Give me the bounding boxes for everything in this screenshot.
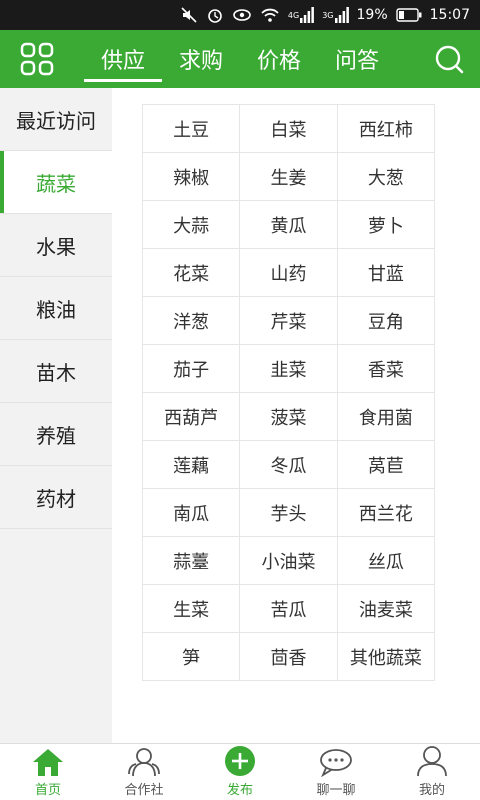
bottom-tab-label: 我的 [418, 783, 445, 798]
nav-tabs: 供应 求购 价格 问答 [84, 30, 396, 88]
bottom-tab-label: 合作社 [124, 783, 164, 798]
vegetable-item[interactable]: 花菜 [143, 249, 241, 297]
battery-icon [395, 8, 422, 22]
sidebar-item-seedlings[interactable]: 苗木 [0, 340, 112, 403]
bottom-tab-label: 发布 [226, 783, 253, 798]
vegetable-item[interactable]: 其他蔬菜 [337, 633, 435, 681]
vegetable-item[interactable]: 南瓜 [143, 489, 241, 537]
vegetable-item[interactable]: 生姜 [240, 153, 338, 201]
status-bar: 4G 3G 19% 15:07 [0, 0, 480, 30]
battery-percent: 19% [356, 7, 388, 23]
category-grid-button[interactable] [20, 42, 54, 76]
eye-icon [232, 6, 252, 24]
vegetable-item[interactable]: 大蒜 [143, 201, 241, 249]
vegetable-item[interactable]: 食用菌 [337, 393, 435, 441]
vegetable-item[interactable]: 大葱 [337, 153, 435, 201]
tab-price[interactable]: 价格 [240, 30, 318, 88]
vegetable-grid: 土豆 白菜 西红柿辣椒 生姜 大葱大蒜 黄瓜 萝卜花菜 山药 甘蓝洋葱 芹菜 豆角茄子 韭菜 香菜西葫芦… [142, 104, 435, 681]
vegetable-item[interactable]: 蒜薹 [143, 537, 241, 585]
search-button[interactable] [434, 44, 464, 74]
vegetable-item[interactable]: 西葫芦 [143, 393, 241, 441]
bottom-tab-profile[interactable]: 我的 [384, 744, 480, 800]
vegetable-item[interactable]: 豆角 [337, 297, 435, 345]
bottom-tab-chat[interactable]: 聊一聊 [288, 744, 384, 800]
vegetable-item[interactable]: 香菜 [337, 345, 435, 393]
search-icon [434, 45, 464, 78]
vegetable-item[interactable]: 辣椒 [143, 153, 241, 201]
vegetable-item[interactable]: 冬瓜 [240, 441, 338, 489]
vegetable-item[interactable]: 韭菜 [240, 345, 338, 393]
vegetable-item[interactable]: 西红柿 [337, 105, 435, 153]
category-sidebar: 最近访问 蔬菜 水果 粮油 苗木 养殖 药材 [0, 88, 112, 743]
bottom-tab-home[interactable]: 首页 [0, 744, 96, 800]
bottom-tab-label: 首页 [34, 783, 61, 798]
cooperative-icon [125, 747, 163, 779]
sidebar-item-fruits[interactable]: 水果 [0, 214, 112, 277]
chat-icon [317, 747, 355, 779]
vegetable-item[interactable]: 莲藕 [143, 441, 241, 489]
tab-qa[interactable]: 问答 [318, 30, 396, 88]
bottom-tab-bar: 首页 合作社 发布 聊一聊 我的 [0, 743, 480, 800]
vegetable-item[interactable]: 西兰花 [337, 489, 435, 537]
sidebar-item-herbs[interactable]: 药材 [0, 466, 112, 529]
profile-icon [415, 745, 449, 779]
vegetable-item[interactable]: 笋 [143, 633, 241, 681]
signal-4g-icon: 4G [288, 7, 315, 23]
sidebar-item-vegetables[interactable]: 蔬菜 [0, 151, 112, 214]
vegetable-item[interactable]: 小油菜 [240, 537, 338, 585]
tab-supply[interactable]: 供应 [84, 30, 162, 88]
vegetable-item[interactable]: 茄子 [143, 345, 241, 393]
mute-icon [180, 6, 198, 24]
vegetable-item[interactable]: 萝卜 [337, 201, 435, 249]
vegetable-item[interactable]: 黄瓜 [240, 201, 338, 249]
bottom-tab-label: 聊一聊 [316, 783, 356, 798]
vegetable-item[interactable]: 芹菜 [240, 297, 338, 345]
bottom-tab-cooperative[interactable]: 合作社 [96, 744, 192, 800]
sidebar-item-breeding[interactable]: 养殖 [0, 403, 112, 466]
vegetable-item[interactable]: 菠菜 [240, 393, 338, 441]
vegetable-item[interactable]: 茴香 [240, 633, 338, 681]
grid-icon [20, 42, 54, 80]
bottom-tab-publish[interactable]: 发布 [192, 744, 288, 800]
vegetable-item[interactable]: 洋葱 [143, 297, 241, 345]
home-icon [31, 747, 65, 779]
top-navigation: 供应 求购 价格 问答 [0, 30, 480, 88]
publish-plus-icon [224, 745, 256, 779]
vegetable-item[interactable]: 油麦菜 [337, 585, 435, 633]
sidebar-item-grain-oil[interactable]: 粮油 [0, 277, 112, 340]
vegetable-item[interactable]: 土豆 [143, 105, 241, 153]
vegetable-item[interactable]: 丝瓜 [337, 537, 435, 585]
sidebar-item-recent[interactable]: 最近访问 [0, 88, 112, 151]
vegetable-item[interactable]: 芋头 [240, 489, 338, 537]
main-content: 土豆 白菜 西红柿辣椒 生姜 大葱大蒜 黄瓜 萝卜花菜 山药 甘蓝洋葱 芹菜 豆角茄子 韭菜 香菜西葫芦… [112, 88, 480, 743]
alarm-icon [206, 6, 224, 24]
clock-time: 15:07 [429, 7, 470, 23]
vegetable-item[interactable]: 莴苣 [337, 441, 435, 489]
vegetable-item[interactable]: 生菜 [143, 585, 241, 633]
wifi-icon [260, 6, 280, 24]
signal-3g-icon: 3G [322, 7, 349, 23]
tab-purchase[interactable]: 求购 [162, 30, 240, 88]
vegetable-item[interactable]: 白菜 [240, 105, 338, 153]
vegetable-item[interactable]: 苦瓜 [240, 585, 338, 633]
vegetable-item[interactable]: 甘蓝 [337, 249, 435, 297]
vegetable-item[interactable]: 山药 [240, 249, 338, 297]
